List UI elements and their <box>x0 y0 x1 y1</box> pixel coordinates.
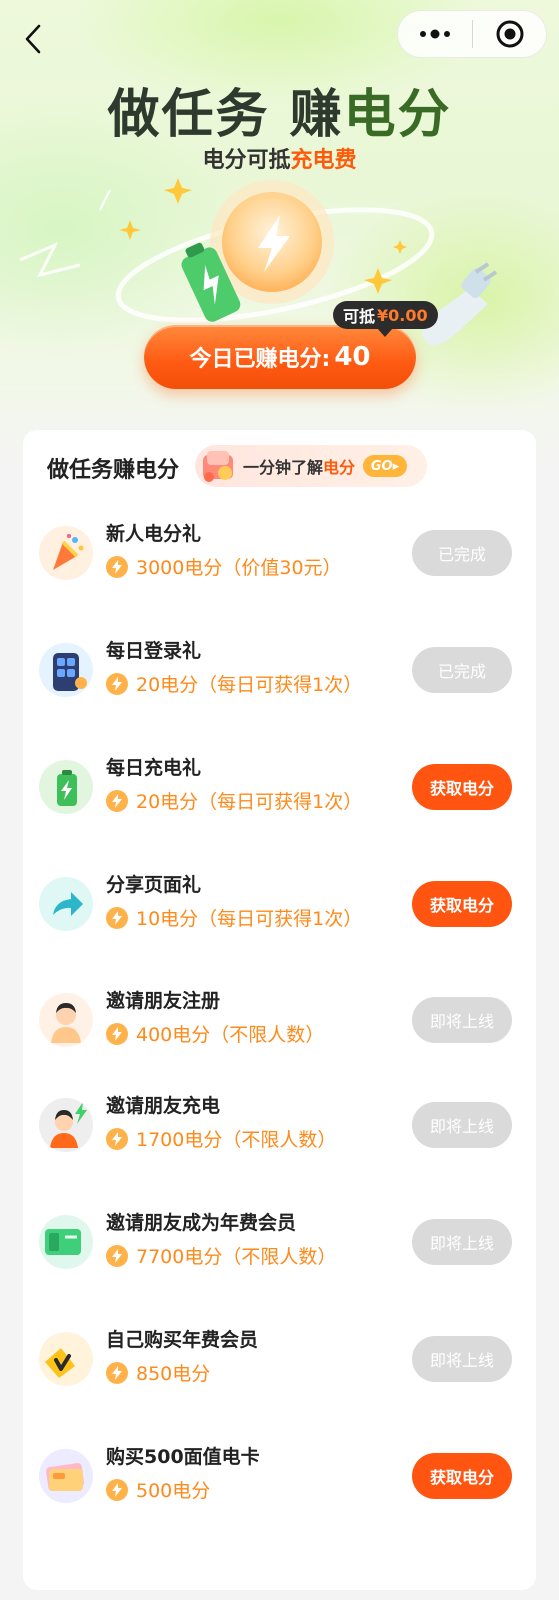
more-dots-icon <box>420 29 450 39</box>
task-row: 邀请朋友充电 1700电分（不限人数） 即将上线 <box>23 1085 536 1165</box>
earned-label: 今日已赚电分: <box>189 347 331 372</box>
task-reward: 20电分（每日可获得1次） <box>106 670 362 697</box>
learn-points-banner[interactable]: 一分钟了解电分 GO ▸ <box>195 445 427 487</box>
get-points-button[interactable]: 获取电分 <box>412 881 512 927</box>
get-points-button[interactable]: 获取电分 <box>412 764 512 810</box>
task-name: 邀请朋友成为年费会员 <box>106 1212 297 1234</box>
task-status-button: 即将上线 <box>412 1102 512 1148</box>
close-mini-program-button[interactable] <box>473 11 546 57</box>
vip-badge-icon <box>39 1332 93 1386</box>
bolt-icon <box>106 555 128 578</box>
bolt-icon <box>106 1361 128 1384</box>
learn-text: 一分钟了解电分 <box>243 458 356 477</box>
task-card-title: 做任务赚电分 <box>47 458 180 483</box>
task-reward: 10电分（每日可获得1次） <box>106 904 362 931</box>
target-close-icon <box>496 20 523 48</box>
task-name: 邀请朋友充电 <box>106 1095 221 1117</box>
party-popper-icon <box>39 526 93 580</box>
task-status-button: 已完成 <box>412 647 512 693</box>
person-charging-icon <box>39 1098 93 1152</box>
task-status-button: 即将上线 <box>412 1336 512 1382</box>
more-button[interactable] <box>398 11 472 57</box>
task-name: 每日充电礼 <box>106 757 202 779</box>
worth-badge: 可抵 ¥0.00 <box>333 301 438 337</box>
today-earned-points: 今日已赚电分: 40 <box>144 325 416 389</box>
task-row: 自己购买年费会员 850电分 即将上线 <box>23 1319 536 1399</box>
task-reward: 20电分（每日可获得1次） <box>106 787 362 814</box>
task-reward: 400电分（不限人数） <box>106 1020 324 1047</box>
task-row: 购买500面值电卡 500电分 获取电分 <box>23 1436 536 1516</box>
bolt-icon <box>106 1022 128 1045</box>
back-button[interactable] <box>18 22 48 56</box>
gift-wallet-icon <box>203 451 233 482</box>
task-reward: 850电分 <box>106 1359 210 1386</box>
task-name: 新人电分礼 <box>106 523 202 545</box>
task-reward: 3000电分（价值30元） <box>106 553 342 580</box>
task-row: 新人电分礼 3000电分（价值30元） 已完成 <box>23 513 536 593</box>
bolt-icon <box>106 789 128 812</box>
task-name: 分享页面礼 <box>106 874 202 896</box>
chevron-left-icon <box>25 24 41 54</box>
earned-value: 40 <box>334 342 371 372</box>
worth-amount: ¥0.00 <box>377 305 428 325</box>
person-avatar-icon <box>39 993 93 1047</box>
share-arrow-icon <box>39 877 93 931</box>
task-card: 做任务赚电分 一分钟了解电分 GO ▸ 新人电分礼 3000电分（价值30元） 已… <box>23 430 536 1590</box>
task-row: 每日登录礼 20电分（每日可获得1次） 已完成 <box>23 630 536 710</box>
task-name: 每日登录礼 <box>106 640 202 662</box>
bolt-icon <box>106 906 128 929</box>
mini-program-capsule <box>397 10 547 58</box>
task-reward: 500电分 <box>106 1476 210 1503</box>
page-title: 做任务 赚电分 <box>107 85 452 145</box>
phone-login-icon <box>39 643 93 697</box>
bolt-icon <box>106 1478 128 1501</box>
task-name: 购买500面值电卡 <box>106 1446 260 1468</box>
worth-prefix: 可抵 <box>343 307 376 326</box>
task-status-button: 即将上线 <box>412 997 512 1043</box>
task-status-button: 已完成 <box>412 530 512 576</box>
task-row: 邀请朋友成为年费会员 7700电分（不限人数） 即将上线 <box>23 1202 536 1282</box>
battery-icon <box>39 760 93 814</box>
get-points-button[interactable]: 获取电分 <box>412 1453 512 1499</box>
task-reward: 1700电分（不限人数） <box>106 1125 336 1152</box>
bolt-icon <box>106 1244 128 1267</box>
membership-card-icon <box>39 1215 93 1269</box>
task-reward: 7700电分（不限人数） <box>106 1242 336 1269</box>
task-name: 自己购买年费会员 <box>106 1329 259 1351</box>
bolt-icon <box>106 1127 128 1150</box>
task-status-button: 即将上线 <box>412 1219 512 1265</box>
task-row: 每日充电礼 20电分（每日可获得1次） 获取电分 <box>23 747 536 827</box>
go-button[interactable]: GO ▸ <box>363 455 408 477</box>
bolt-icon <box>106 672 128 695</box>
task-row: 分享页面礼 10电分（每日可获得1次） 获取电分 <box>23 864 536 944</box>
task-name: 邀请朋友注册 <box>106 990 221 1012</box>
task-row: 邀请朋友注册 400电分（不限人数） 即将上线 <box>23 980 536 1060</box>
gift-card-icon <box>39 1449 93 1503</box>
